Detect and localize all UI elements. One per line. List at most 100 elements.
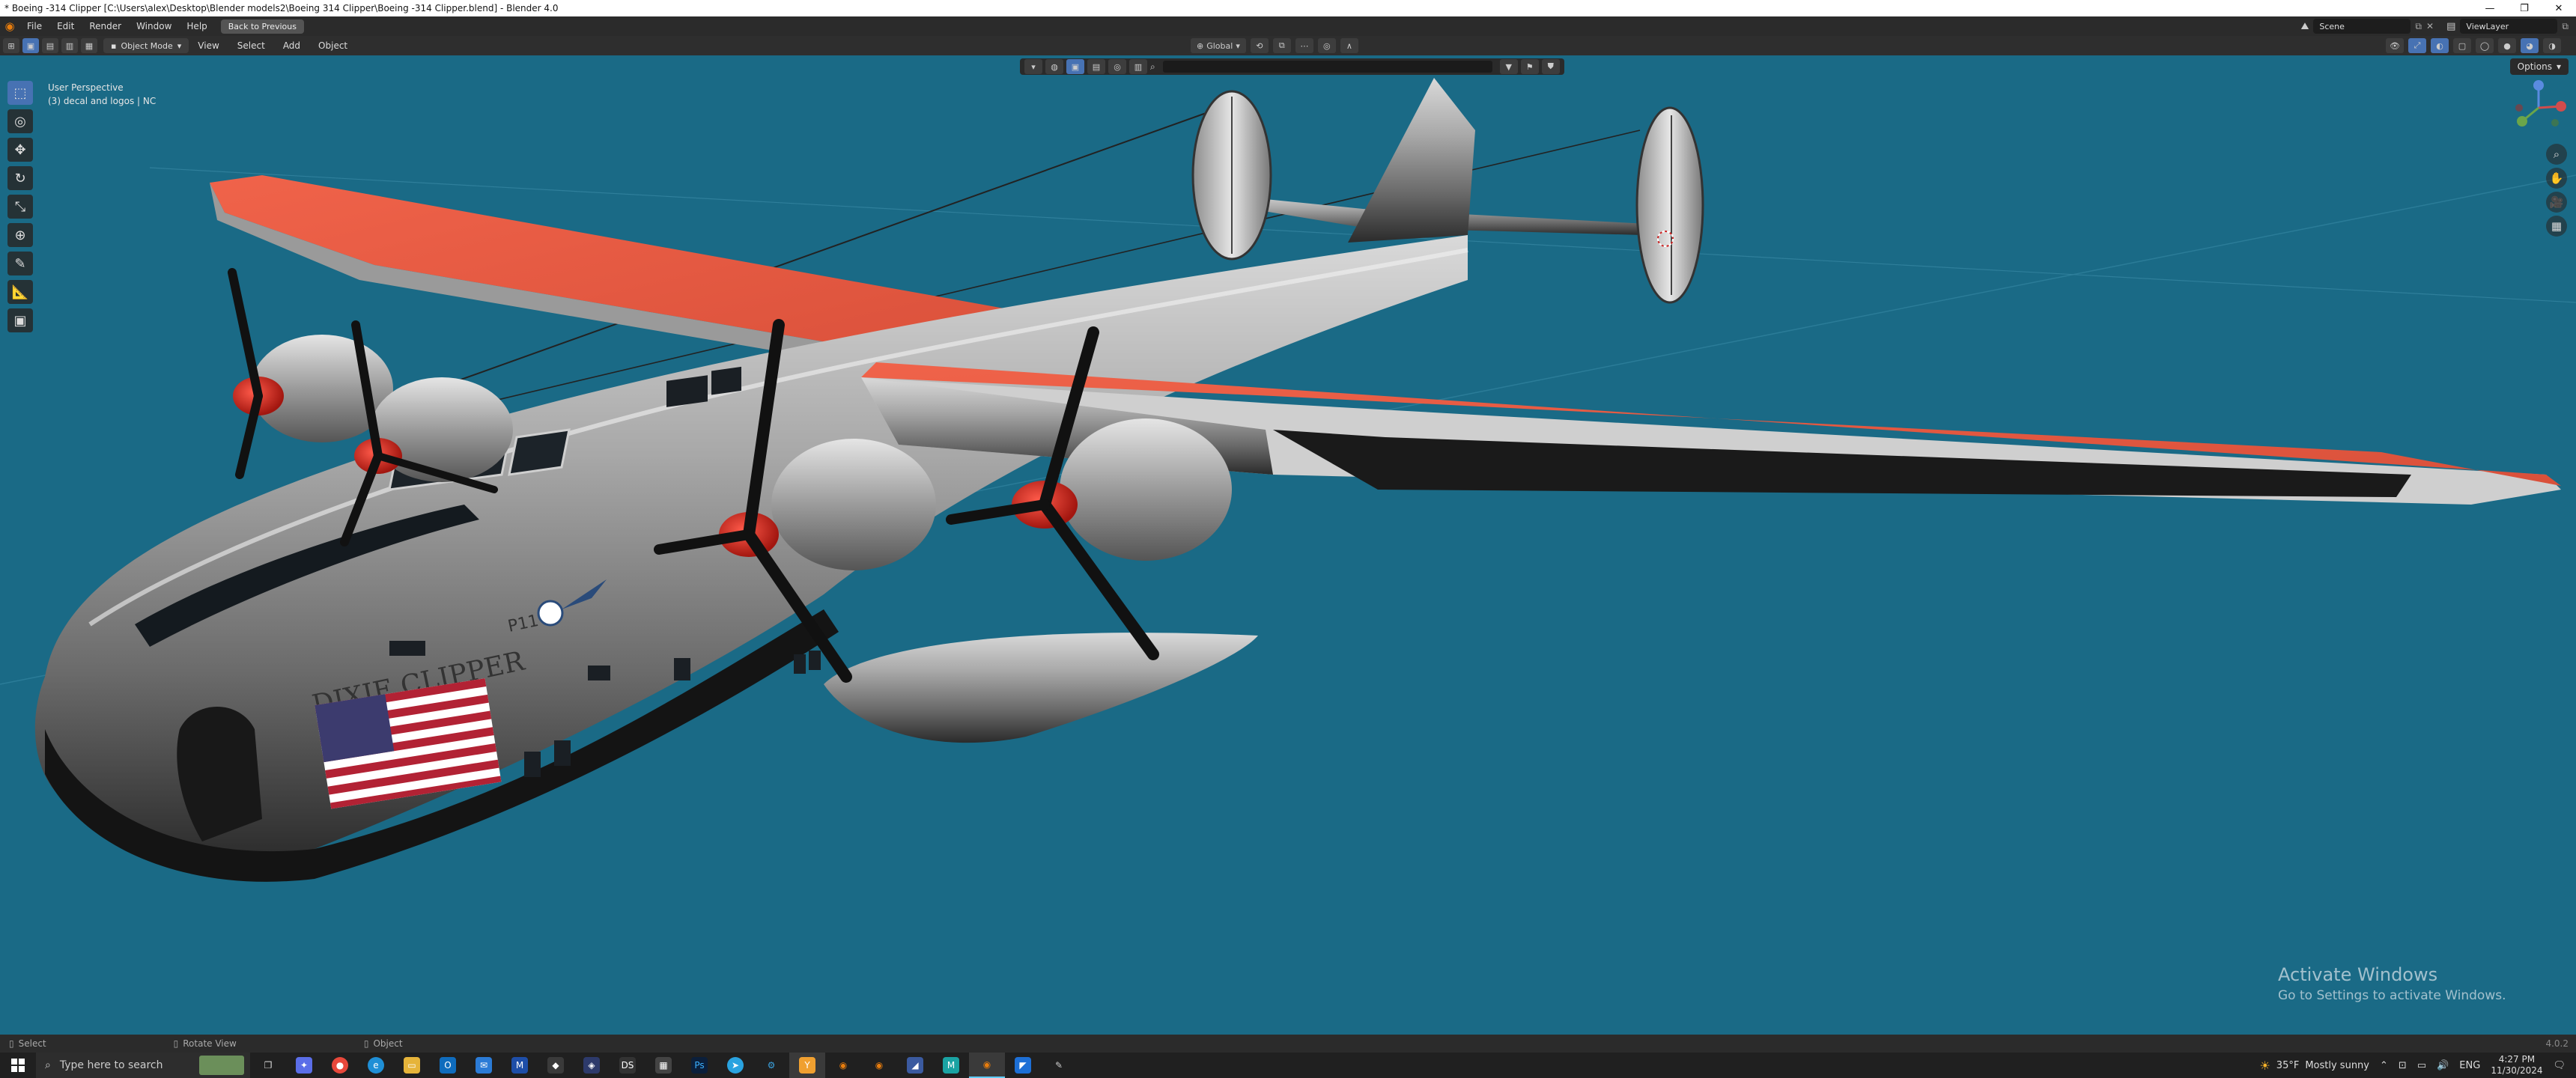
camera-icon[interactable]: 🎥 (2546, 192, 2567, 213)
minimize-button[interactable]: — (2473, 0, 2507, 16)
mode-dropdown[interactable]: ▪ Object Mode ▾ (103, 38, 189, 53)
app-icon-3[interactable]: ▦ (645, 1053, 681, 1078)
shield-icon[interactable]: ⛊ (1541, 59, 1560, 74)
view-layer-field[interactable]: ViewLayer (2460, 19, 2558, 34)
camera-view-icon[interactable]: ◎ (1108, 59, 1126, 74)
proportional-edit-icon[interactable]: ◎ (1317, 38, 1336, 53)
rotate-tool-icon[interactable]: ↻ (7, 166, 33, 190)
annotate-tool-icon[interactable]: ✎ (7, 252, 33, 275)
material-shading-icon[interactable]: ◕ (2521, 38, 2539, 53)
snap-target-icon[interactable]: ⋯ (1295, 38, 1313, 53)
app-icon-5[interactable]: ◢ (897, 1053, 933, 1078)
language-indicator[interactable]: ENG (2459, 1060, 2480, 1071)
start-button[interactable] (0, 1053, 36, 1078)
outliner-search-input[interactable] (1162, 61, 1492, 73)
app-icon-4[interactable]: Y (789, 1053, 825, 1078)
viewport-shading-icon[interactable]: ◍ (1045, 59, 1063, 74)
blender-icon-1[interactable]: ◉ (825, 1053, 861, 1078)
chevron-down-icon[interactable]: ▾ (1024, 59, 1042, 74)
overlay-toggle-icon[interactable]: ◐ (2431, 38, 2449, 53)
mail-icon[interactable]: ✉ (466, 1053, 502, 1078)
clock[interactable]: 4:27 PM 11/30/2024 (2491, 1054, 2542, 1077)
rendered-shading-icon[interactable]: ◑ (2543, 38, 2561, 53)
menu-edit[interactable]: Edit (49, 21, 82, 31)
menu-object[interactable]: Object (309, 40, 356, 51)
pin-icon[interactable]: ⚑ (1520, 59, 1539, 74)
new-scene-icon[interactable]: ⧉ (2415, 21, 2422, 32)
volume-icon[interactable]: 🔊 (2437, 1060, 2449, 1071)
scale-tool-icon[interactable]: ⤡ (7, 195, 33, 219)
visibility-icon[interactable]: 👁 (2386, 38, 2404, 53)
network-icon[interactable]: ⊡ (2399, 1060, 2407, 1071)
menu-render[interactable]: Render (82, 21, 129, 31)
zoom-icon[interactable]: ⌕ (2546, 144, 2567, 165)
menu-help[interactable]: Help (179, 21, 214, 31)
menu-add[interactable]: Add (274, 40, 309, 51)
taskbar-search[interactable]: ⌕ Type here to search (36, 1053, 250, 1078)
grid-ortho-icon[interactable]: ▦ (2546, 216, 2567, 237)
scene-field[interactable]: Scene (2313, 19, 2411, 34)
menu-window[interactable]: Window (129, 21, 179, 31)
select-invert-icon[interactable]: ▦ (81, 38, 97, 53)
move-tool-icon[interactable]: ✥ (7, 138, 33, 162)
select-box-tool-icon[interactable]: ⬚ (7, 81, 33, 105)
chrome-icon[interactable]: ● (322, 1053, 358, 1078)
file-explorer-icon[interactable]: ▭ (394, 1053, 430, 1078)
3d-viewport[interactable]: DIXIE CLIPPER P11 ▾ ◍ ▣ ▤ ◎ ▥ ⌕ ▼ ⚑ ⛊ Op… (0, 55, 2576, 1035)
app-icon-1[interactable]: ◆ (538, 1053, 574, 1078)
pan-hand-icon[interactable]: ✋ (2546, 168, 2567, 189)
tray-chevron-up-icon[interactable]: ⌃ (2380, 1060, 2388, 1071)
daz-studio-icon[interactable]: DS (610, 1053, 645, 1078)
notification-icon[interactable]: 🗨 (2553, 1060, 2566, 1071)
back-to-previous-button[interactable]: Back to Previous (220, 19, 304, 34)
maximize-button[interactable]: ❐ (2507, 0, 2542, 16)
cursor-tool-icon[interactable]: ◎ (7, 109, 33, 133)
new-view-layer-icon[interactable]: ⧉ (2562, 21, 2569, 32)
select-extend-icon[interactable]: ▤ (42, 38, 58, 53)
wireframe-shading-icon[interactable]: ◯ (2476, 38, 2494, 53)
menu-file[interactable]: File (19, 21, 49, 31)
telegram-icon[interactable]: ➤ (717, 1053, 753, 1078)
menu-view[interactable]: View (189, 40, 228, 51)
layer-icon[interactable]: ▤ (1087, 59, 1105, 74)
options-dropdown[interactable]: Options ▾ (2509, 58, 2569, 75)
photoshop-icon[interactable]: Ps (681, 1053, 717, 1078)
lock-icon[interactable]: ▥ (1129, 59, 1147, 74)
select-subtract-icon[interactable]: ▥ (61, 38, 78, 53)
app-icon-6[interactable]: M (933, 1053, 969, 1078)
app-icon-7[interactable]: ◤ (1005, 1053, 1041, 1078)
task-view-icon[interactable]: ❐ (250, 1053, 286, 1078)
blender-logo-icon[interactable]: ◉ (0, 16, 19, 36)
close-button[interactable]: ✕ (2542, 0, 2576, 16)
filter-icon[interactable]: ▼ (1499, 59, 1518, 74)
pivot-point-icon[interactable]: ⟲ (1250, 38, 1269, 53)
navigation-gizmo[interactable] (2509, 78, 2569, 138)
app-icon-2[interactable]: ◈ (574, 1053, 610, 1078)
transform-tool-icon[interactable]: ⊕ (7, 223, 33, 247)
snap-icon[interactable]: ⧉ (1272, 38, 1291, 53)
view-layer-icon[interactable]: ▤ (2446, 21, 2455, 32)
scene-icon[interactable]: ⛰ (2300, 21, 2309, 32)
weather-widget[interactable]: ☀ 35°F Mostly sunny (2259, 1059, 2369, 1073)
falloff-icon[interactable]: ∧ (1340, 38, 1358, 53)
outlook-icon[interactable]: O (430, 1053, 466, 1078)
malwarebytes-icon[interactable]: M (502, 1053, 538, 1078)
edge-icon[interactable]: e (358, 1053, 394, 1078)
copilot-icon[interactable]: ✦ (286, 1053, 322, 1078)
measure-tool-icon[interactable]: 📐 (7, 280, 33, 304)
delete-scene-icon[interactable]: ✕ (2426, 21, 2434, 31)
orientation-dropdown[interactable]: ⊕ Global ▾ (1191, 38, 1246, 53)
select-box-icon[interactable]: ▣ (22, 38, 39, 53)
xray-icon[interactable]: ▢ (2453, 38, 2471, 53)
menu-select[interactable]: Select (228, 40, 274, 51)
select-mode-icon[interactable]: ▣ (1066, 59, 1084, 74)
editor-type-icon[interactable]: ⊞ (3, 38, 19, 53)
blender-active-icon[interactable]: ◉ (969, 1053, 1005, 1078)
gizmo-toggle-icon[interactable]: ⤢ (2408, 38, 2426, 53)
app-icon-8[interactable]: ✎ (1041, 1053, 1077, 1078)
settings-gear-icon[interactable]: ⚙ (753, 1053, 789, 1078)
add-cube-tool-icon[interactable]: ▣ (7, 308, 33, 332)
solid-shading-icon[interactable]: ● (2498, 38, 2516, 53)
blender-icon-2[interactable]: ◉ (861, 1053, 897, 1078)
display-icon[interactable]: ▭ (2417, 1060, 2426, 1071)
